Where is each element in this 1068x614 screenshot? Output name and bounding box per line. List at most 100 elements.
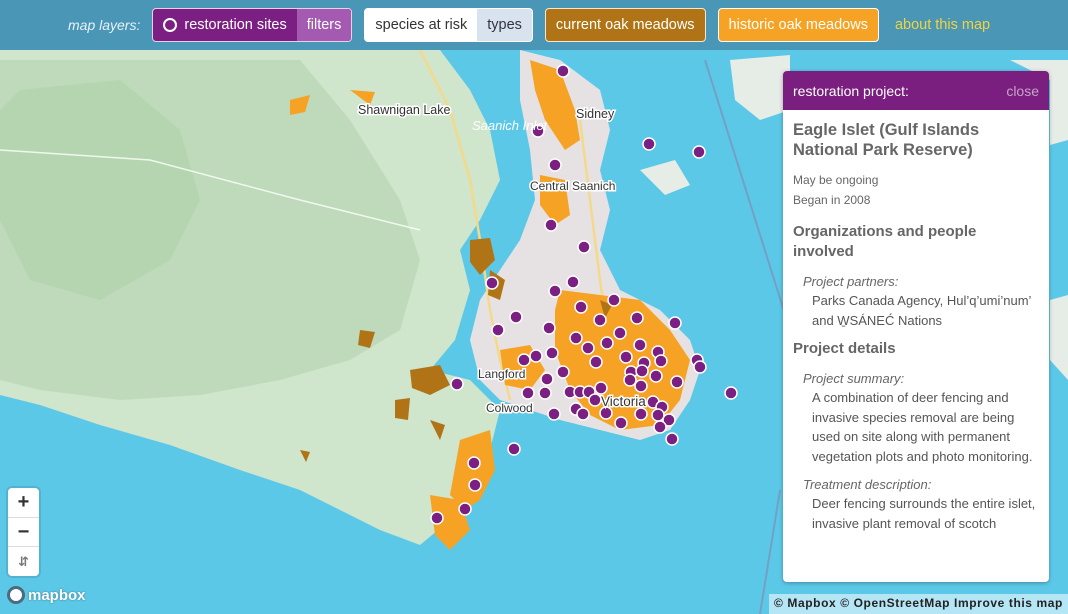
restoration-site-marker[interactable]	[548, 284, 562, 298]
restoration-site-marker[interactable]	[693, 360, 707, 374]
place-label-sidney: Sidney	[576, 107, 615, 121]
restoration-site-marker[interactable]	[556, 64, 570, 78]
place-label-saanich-inlet: Saanich Inlet	[472, 118, 549, 133]
types-button[interactable]: types	[477, 9, 532, 41]
restoration-site-marker[interactable]	[593, 313, 607, 327]
restoration-site-marker[interactable]	[574, 300, 588, 314]
restoration-site-marker[interactable]	[458, 502, 472, 516]
restoration-sites-label: restoration sites	[184, 17, 287, 33]
species-at-risk-toggle[interactable]: species at risk types	[364, 8, 533, 42]
restoration-site-marker[interactable]	[619, 350, 633, 364]
treatment-text: Deer fencing surrounds the entire islet,…	[812, 496, 1036, 531]
restoration-site-marker[interactable]	[654, 354, 668, 368]
restoration-site-marker[interactable]	[668, 316, 682, 330]
restoration-site-marker[interactable]	[634, 407, 648, 421]
restoration-site-marker[interactable]	[521, 386, 535, 400]
restoration-site-marker[interactable]	[468, 478, 482, 492]
mapbox-icon	[7, 586, 25, 604]
project-title: Eagle Islet (Gulf Islands National Park …	[793, 121, 980, 159]
treatment-label: Treatment description:	[803, 477, 932, 492]
project-status: May be ongoing	[793, 173, 879, 187]
project-start: Began in 2008	[793, 193, 871, 207]
partners-text: Parks Canada Agency, Hul’q’umi’num’ and …	[812, 293, 1031, 328]
zoom-in-button[interactable]: +	[8, 488, 39, 518]
zoom-out-button[interactable]: −	[8, 518, 39, 548]
about-this-map-link[interactable]: about this map	[895, 17, 990, 33]
place-label-colwood: Colwood	[486, 401, 533, 415]
place-label-langford: Langford	[478, 367, 525, 381]
historic-oak-meadows-label: historic oak meadows	[728, 17, 868, 33]
restoration-site-marker[interactable]	[542, 321, 556, 335]
place-label-victoria: Victoria	[601, 394, 646, 409]
restoration-site-marker[interactable]	[653, 420, 667, 434]
restoration-site-marker[interactable]	[594, 381, 608, 395]
place-label-central-saanich: Central Saanich	[530, 179, 615, 193]
restoration-site-marker[interactable]	[642, 137, 656, 151]
restoration-sites-button[interactable]: restoration sites	[153, 9, 296, 41]
restoration-site-marker[interactable]	[547, 407, 561, 421]
restoration-site-marker[interactable]	[634, 379, 648, 393]
restoration-site-marker[interactable]	[607, 293, 621, 307]
mapbox-logo-text: mapbox	[28, 586, 86, 604]
panel-header-title: restoration project:	[793, 82, 909, 99]
summary-text: A combination of deer fencing and invasi…	[812, 390, 1033, 464]
project-details-heading: Project details	[793, 340, 896, 357]
restoration-site-marker[interactable]	[517, 353, 531, 367]
restoration-site-marker[interactable]	[509, 310, 523, 324]
restoration-site-marker[interactable]	[623, 373, 637, 387]
layer-toolbar: map layers: restoration sites filters sp…	[0, 0, 1068, 50]
restoration-site-marker[interactable]	[649, 369, 663, 383]
restoration-site-marker[interactable]	[651, 408, 665, 422]
restoration-site-marker[interactable]	[665, 432, 679, 446]
restoration-site-marker[interactable]	[576, 407, 590, 421]
toggle-ring-icon	[163, 18, 178, 32]
restoration-site-marker[interactable]	[538, 386, 552, 400]
partners-label: Project partners:	[803, 274, 899, 289]
restoration-site-marker[interactable]	[450, 377, 464, 391]
restoration-site-marker[interactable]	[581, 341, 595, 355]
restoration-site-marker[interactable]	[491, 323, 505, 337]
restoration-sites-toggle[interactable]: restoration sites filters	[152, 8, 353, 42]
restoration-site-marker[interactable]	[588, 393, 602, 407]
restoration-site-marker[interactable]	[540, 372, 554, 386]
place-label-shawnigan-lake: Shawnigan Lake	[358, 103, 450, 117]
restoration-site-marker[interactable]	[724, 386, 738, 400]
filters-button[interactable]: filters	[296, 9, 352, 41]
compass-reset-button[interactable]: ⇵	[8, 547, 39, 576]
restoration-site-marker[interactable]	[589, 355, 603, 369]
restoration-site-marker[interactable]	[467, 456, 481, 470]
mapbox-logo[interactable]: mapbox	[7, 586, 86, 604]
restoration-site-marker[interactable]	[430, 511, 444, 525]
restoration-site-marker[interactable]	[613, 326, 627, 340]
species-at-risk-button[interactable]: species at risk	[365, 9, 477, 41]
current-oak-meadow	[395, 398, 410, 420]
restoration-site-marker[interactable]	[635, 364, 649, 378]
restoration-site-marker[interactable]	[633, 338, 647, 352]
restoration-site-marker[interactable]	[529, 349, 543, 363]
restoration-site-marker[interactable]	[670, 375, 684, 389]
restoration-site-marker[interactable]	[566, 275, 580, 289]
restoration-site-marker[interactable]	[692, 145, 706, 159]
restoration-site-marker[interactable]	[548, 158, 562, 172]
restoration-site-marker[interactable]	[545, 346, 559, 360]
restoration-site-marker[interactable]	[507, 442, 521, 456]
restoration-site-marker[interactable]	[600, 336, 614, 350]
restoration-site-marker[interactable]	[556, 365, 570, 379]
map-layers-label: map layers:	[68, 17, 141, 33]
restoration-site-marker[interactable]	[630, 311, 644, 325]
current-oak-meadows-toggle[interactable]: current oak meadows	[544, 8, 706, 42]
organizations-heading: Organizations and people involved	[793, 223, 977, 260]
restoration-site-marker[interactable]	[544, 218, 558, 232]
restoration-site-marker[interactable]	[485, 276, 499, 290]
historic-oak-meadows-toggle[interactable]: historic oak meadows	[717, 8, 879, 42]
panel-body[interactable]: Eagle Islet (Gulf Islands National Park …	[783, 110, 1049, 533]
current-oak-meadows-label: current oak meadows	[555, 17, 695, 33]
restoration-site-marker[interactable]	[577, 240, 591, 254]
summary-label: Project summary:	[803, 371, 905, 386]
close-button[interactable]: close	[1006, 83, 1039, 99]
restoration-project-panel: restoration project: close Eagle Islet (…	[783, 71, 1049, 582]
map-attribution[interactable]: © Mapbox © OpenStreetMap Improve this ma…	[769, 594, 1068, 614]
restoration-site-marker[interactable]	[569, 331, 583, 345]
restoration-site-marker[interactable]	[614, 416, 628, 430]
zoom-controls: + − ⇵	[8, 488, 39, 576]
